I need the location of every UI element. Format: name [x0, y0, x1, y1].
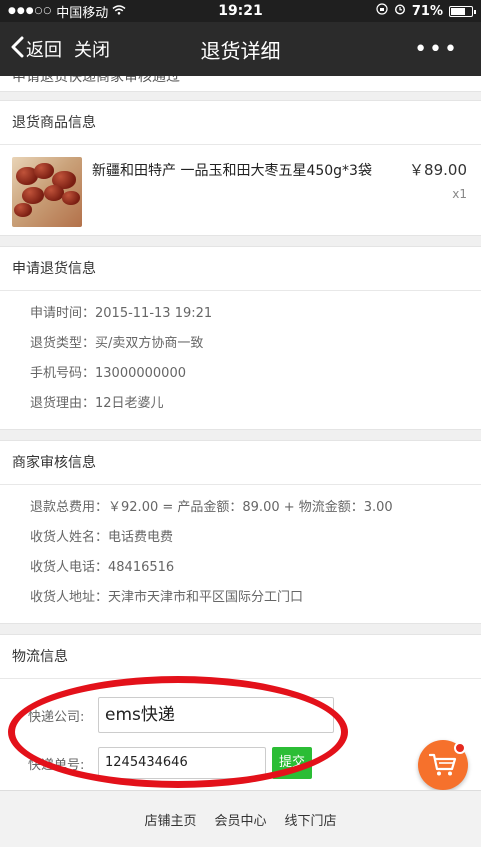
product-quantity: x1	[452, 187, 467, 201]
receiver-name-value: 电话费电费	[108, 530, 174, 545]
review-section: 商家审核信息 退款总费用：￥92.00 = 产品金额：89.00 + 物流金额：…	[0, 440, 481, 624]
product-section-header: 退货商品信息	[0, 101, 481, 145]
return-type-value: 买/卖双方协商一致	[95, 336, 204, 351]
return-type-row: 退货类型：买/卖双方协商一致	[30, 329, 481, 359]
battery-percent: 71%	[411, 3, 443, 19]
chevron-left-icon	[10, 36, 24, 62]
product-price: ￥89.00	[409, 161, 467, 179]
review-section-header: 商家审核信息	[0, 441, 481, 485]
receiver-name-row: 收货人姓名：电话费电费	[30, 523, 481, 553]
apply-section-header: 申请退货信息	[0, 247, 481, 291]
footer-link-store-home[interactable]: 店铺主页	[144, 810, 196, 829]
receiver-phone-row: 收货人电话：48416516	[30, 553, 481, 583]
courier-company-label: 快递公司:	[28, 709, 85, 725]
tracking-number-label: 快递单号:	[28, 757, 85, 773]
footer-nav: 店铺主页 会员中心 线下门店	[0, 790, 481, 847]
nav-bar: 返回 关闭 退货详细 •••	[0, 22, 481, 76]
phone-row: 手机号码：13000000000	[30, 359, 481, 389]
product-thumbnail	[12, 157, 82, 227]
page-title: 退货详细	[200, 38, 281, 63]
refund-total-row: 退款总费用：￥92.00 = 产品金额：89.00 + 物流金额：3.00	[30, 493, 481, 523]
content-area[interactable]: 申请退货快递商家审核通过 退货商品信息 新疆和田特产 一品玉和田大枣五星450g…	[0, 76, 481, 790]
tracking-number-row: 快递单号: 1245434646 提交	[0, 739, 481, 787]
product-section: 退货商品信息 新疆和田特产 一品玉和田大枣五星450g*3袋 ￥89.00 x1	[0, 100, 481, 236]
cut-off-row: 申请退货快递商家审核通过	[0, 76, 481, 92]
battery-icon	[449, 5, 476, 17]
refund-total-value: ￥92.00 = 产品金额：89.00 + 物流金额：3.00	[108, 500, 393, 515]
wifi-icon	[112, 4, 126, 19]
receiver-name-label: 收货人姓名：	[30, 530, 109, 545]
more-button[interactable]: •••	[414, 37, 459, 62]
alarm-icon	[394, 3, 406, 19]
receiver-address-row: 收货人地址：天津市天津市和平区国际分工门口	[30, 583, 481, 613]
signal-icon: ●●●○○	[8, 6, 53, 16]
cart-icon	[429, 753, 457, 776]
reason-row: 退货理由：12日老婆儿	[30, 389, 481, 419]
logistics-section: 物流信息 快递公司: ems快递 快递单号: 1245434646 提交	[0, 634, 481, 790]
apply-time-label: 申请时间：	[30, 306, 96, 321]
phone-value: 13000000000	[95, 366, 186, 381]
courier-company-row: 快递公司: ems快递	[0, 691, 481, 739]
receiver-address-value: 天津市天津市和平区国际分工门口	[108, 590, 304, 605]
courier-company-input[interactable]: ems快递	[98, 697, 334, 733]
receiver-phone-label: 收货人电话：	[30, 560, 109, 575]
tracking-number-input[interactable]: 1245434646	[98, 747, 266, 779]
phone-label: 手机号码：	[30, 366, 96, 381]
logistics-section-header: 物流信息	[0, 635, 481, 679]
receiver-address-label: 收货人地址：	[30, 590, 109, 605]
cart-button[interactable]	[418, 740, 468, 790]
reason-label: 退货理由：	[30, 396, 96, 411]
receiver-phone-value: 48416516	[108, 560, 175, 575]
cart-badge	[454, 742, 466, 754]
carrier-label: 中国移动	[56, 5, 109, 21]
back-button[interactable]: 返回	[0, 36, 62, 62]
apply-time-row: 申请时间：2015-11-13 19:21	[30, 299, 481, 329]
return-type-label: 退货类型：	[30, 336, 96, 351]
footer-link-offline-store[interactable]: 线下门店	[285, 810, 337, 829]
cut-off-text: 申请退货快递商家审核通过	[12, 76, 180, 85]
lock-rotation-icon	[376, 3, 388, 19]
status-bar: ●●●○○ 中国移动 19:21 71%	[0, 0, 481, 22]
reason-value: 12日老婆儿	[95, 396, 164, 411]
close-button[interactable]: 关闭	[74, 36, 110, 62]
submit-button[interactable]: 提交	[272, 747, 312, 779]
footer-link-member-center[interactable]: 会员中心	[214, 810, 266, 829]
back-label: 返回	[26, 40, 62, 61]
product-item[interactable]: 新疆和田特产 一品玉和田大枣五星450g*3袋 ￥89.00 x1	[0, 145, 481, 235]
apply-time-value: 2015-11-13 19:21	[95, 306, 213, 321]
apply-section: 申请退货信息 申请时间：2015-11-13 19:21 退货类型：买/卖双方协…	[0, 246, 481, 430]
refund-total-label: 退款总费用：	[30, 500, 109, 515]
